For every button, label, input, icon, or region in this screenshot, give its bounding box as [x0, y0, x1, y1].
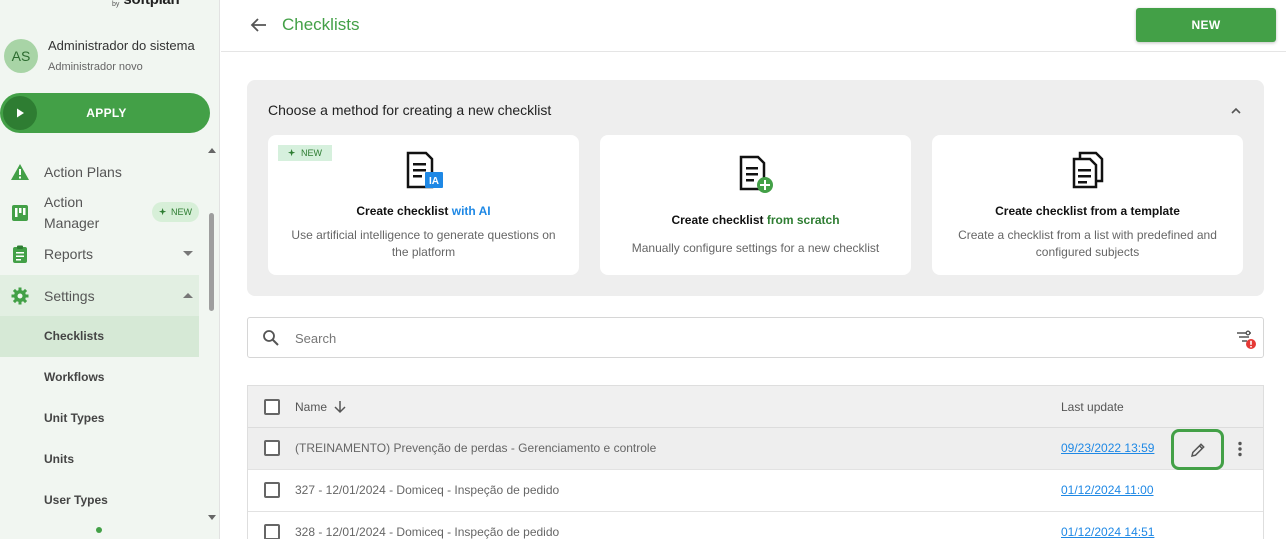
select-all-checkbox[interactable] [264, 399, 280, 415]
brand-logo: by softplan [112, 0, 180, 8]
creation-method-panel: Choose a method for creating a new check… [247, 80, 1264, 296]
apply-button[interactable]: APPLY [0, 93, 210, 133]
card-description: Create a checklist from a list with pred… [958, 228, 1217, 259]
row-checkbox[interactable] [264, 440, 280, 456]
sparkle-icon [288, 148, 296, 156]
row-name[interactable]: 328 - 12/01/2024 - Domiceq - Inspeção de… [295, 525, 559, 539]
back-arrow-icon[interactable] [249, 15, 269, 35]
sidebar-item-label: Action Manager [44, 194, 100, 231]
svg-text:IA: IA [429, 176, 439, 187]
card-title: Create checklist with AI [268, 204, 579, 218]
sidebar-item-reports[interactable]: Reports [0, 243, 199, 265]
sparkle-icon [159, 207, 167, 215]
edit-button[interactable] [1171, 429, 1224, 470]
sidebar-scrollbar[interactable] [205, 145, 219, 523]
status-dot [96, 527, 102, 533]
new-checklist-button[interactable]: NEW [1136, 8, 1276, 42]
user-profile[interactable]: AS Administrador do sistema Administrado… [4, 38, 195, 73]
sidebar: by softplan AS Administrador do sistema … [0, 0, 220, 539]
row-last-update-link[interactable]: 01/12/2024 11:00 [1061, 483, 1154, 497]
add-document-icon [736, 155, 776, 195]
search-input[interactable] [295, 328, 1195, 348]
apply-label: APPLY [86, 106, 127, 120]
play-icon [3, 96, 37, 130]
sidebar-subitem-units[interactable]: Units [44, 452, 74, 466]
brand-by: by [112, 1, 120, 8]
more-options-icon[interactable] [1232, 439, 1248, 459]
row-last-update-link[interactable]: 01/12/2024 14:51 [1061, 525, 1154, 539]
sidebar-subitem-unit-types[interactable]: Unit Types [44, 411, 104, 425]
card-create-from-template[interactable]: Create checklist from a template Create … [932, 135, 1243, 275]
row-name[interactable]: 327 - 12/01/2024 - Domiceq - Inspeção de… [295, 483, 559, 497]
filter-icon[interactable] [1235, 328, 1257, 350]
card-title: Create checklist from scratch [600, 213, 911, 227]
search-icon [262, 329, 280, 347]
row-checkbox[interactable] [264, 482, 280, 498]
sidebar-item-label: Reports [44, 245, 94, 262]
row-last-update-link[interactable]: 09/23/2022 13:59 [1061, 441, 1154, 455]
checklists-table: Name Last update (TREINAMENTO) Prevenção… [247, 385, 1264, 539]
scroll-down-arrow-icon[interactable] [208, 515, 216, 520]
card-title-highlight: with AI [451, 204, 491, 218]
sidebar-item-action-manager[interactable]: Action Manager NEW [0, 192, 199, 234]
chevron-down-icon [183, 251, 193, 256]
card-create-from-scratch[interactable]: Create checklist from scratch Manually c… [600, 135, 911, 275]
new-badge-label: NEW [171, 207, 192, 217]
method-panel-title: Choose a method for creating a new check… [268, 102, 552, 118]
card-description: Manually configure settings for a new ch… [631, 241, 880, 255]
page-title: Checklists [282, 15, 360, 34]
sidebar-subitem-user-types[interactable]: User Types [44, 493, 108, 507]
sidebar-subitem-workflows[interactable]: Workflows [44, 370, 104, 384]
table-row[interactable]: (TREINAMENTO) Prevenção de perdas - Gere… [248, 428, 1263, 470]
card-create-with-ai[interactable]: NEW IA Create checklist with AI Use arti… [268, 135, 579, 275]
pencil-icon [1190, 442, 1205, 457]
table-header: Name Last update [248, 386, 1263, 428]
sidebar-item-label: Action Plans [44, 163, 122, 180]
row-checkbox[interactable] [264, 524, 280, 539]
gear-icon [10, 286, 30, 306]
card-description: Use artificial intelligence to generate … [291, 228, 556, 259]
avatar[interactable]: AS [4, 38, 38, 73]
table-row[interactable]: 328 - 12/01/2024 - Domiceq - Inspeção de… [248, 512, 1263, 539]
card-title-highlight: from scratch [766, 213, 840, 227]
sidebar-subitem-checklists[interactable]: Checklists [44, 329, 104, 343]
scrollbar-thumb[interactable] [209, 213, 214, 311]
sidebar-item-label: Settings [44, 287, 95, 304]
card-title-prefix: Create checklist [356, 204, 452, 218]
new-badge: NEW [152, 202, 199, 222]
new-badge: NEW [278, 145, 332, 161]
brand-name: softplan [123, 0, 179, 8]
warning-icon [10, 162, 30, 182]
table-row[interactable]: 327 - 12/01/2024 - Domiceq - Inspeção de… [248, 470, 1263, 512]
chevron-up-icon[interactable] [1230, 104, 1242, 116]
chevron-up-icon [183, 293, 193, 298]
sidebar-item-settings[interactable]: Settings [0, 285, 199, 307]
clipboard-icon [10, 244, 30, 264]
ai-document-icon: IA [404, 151, 444, 191]
scroll-up-arrow-icon[interactable] [208, 148, 216, 153]
page-header: Checklists NEW [221, 0, 1286, 52]
new-badge-label: NEW [301, 148, 322, 158]
kanban-icon [10, 203, 30, 223]
card-title: Create checklist from a template [932, 204, 1243, 218]
row-name[interactable]: (TREINAMENTO) Prevenção de perdas - Gere… [295, 441, 656, 455]
column-header-name[interactable]: Name [295, 400, 327, 414]
card-title-prefix: Create checklist from a template [995, 204, 1180, 218]
sidebar-item-action-plans[interactable]: Action Plans [0, 161, 199, 183]
sort-down-arrow-icon[interactable] [333, 400, 347, 414]
copy-documents-icon [1068, 151, 1108, 191]
card-title-prefix: Create checklist [671, 213, 767, 227]
user-name: Administrador do sistema [48, 38, 195, 53]
search-bar [247, 317, 1264, 358]
user-role: Administrador novo [48, 61, 143, 73]
column-header-last-update[interactable]: Last update [1061, 400, 1124, 414]
